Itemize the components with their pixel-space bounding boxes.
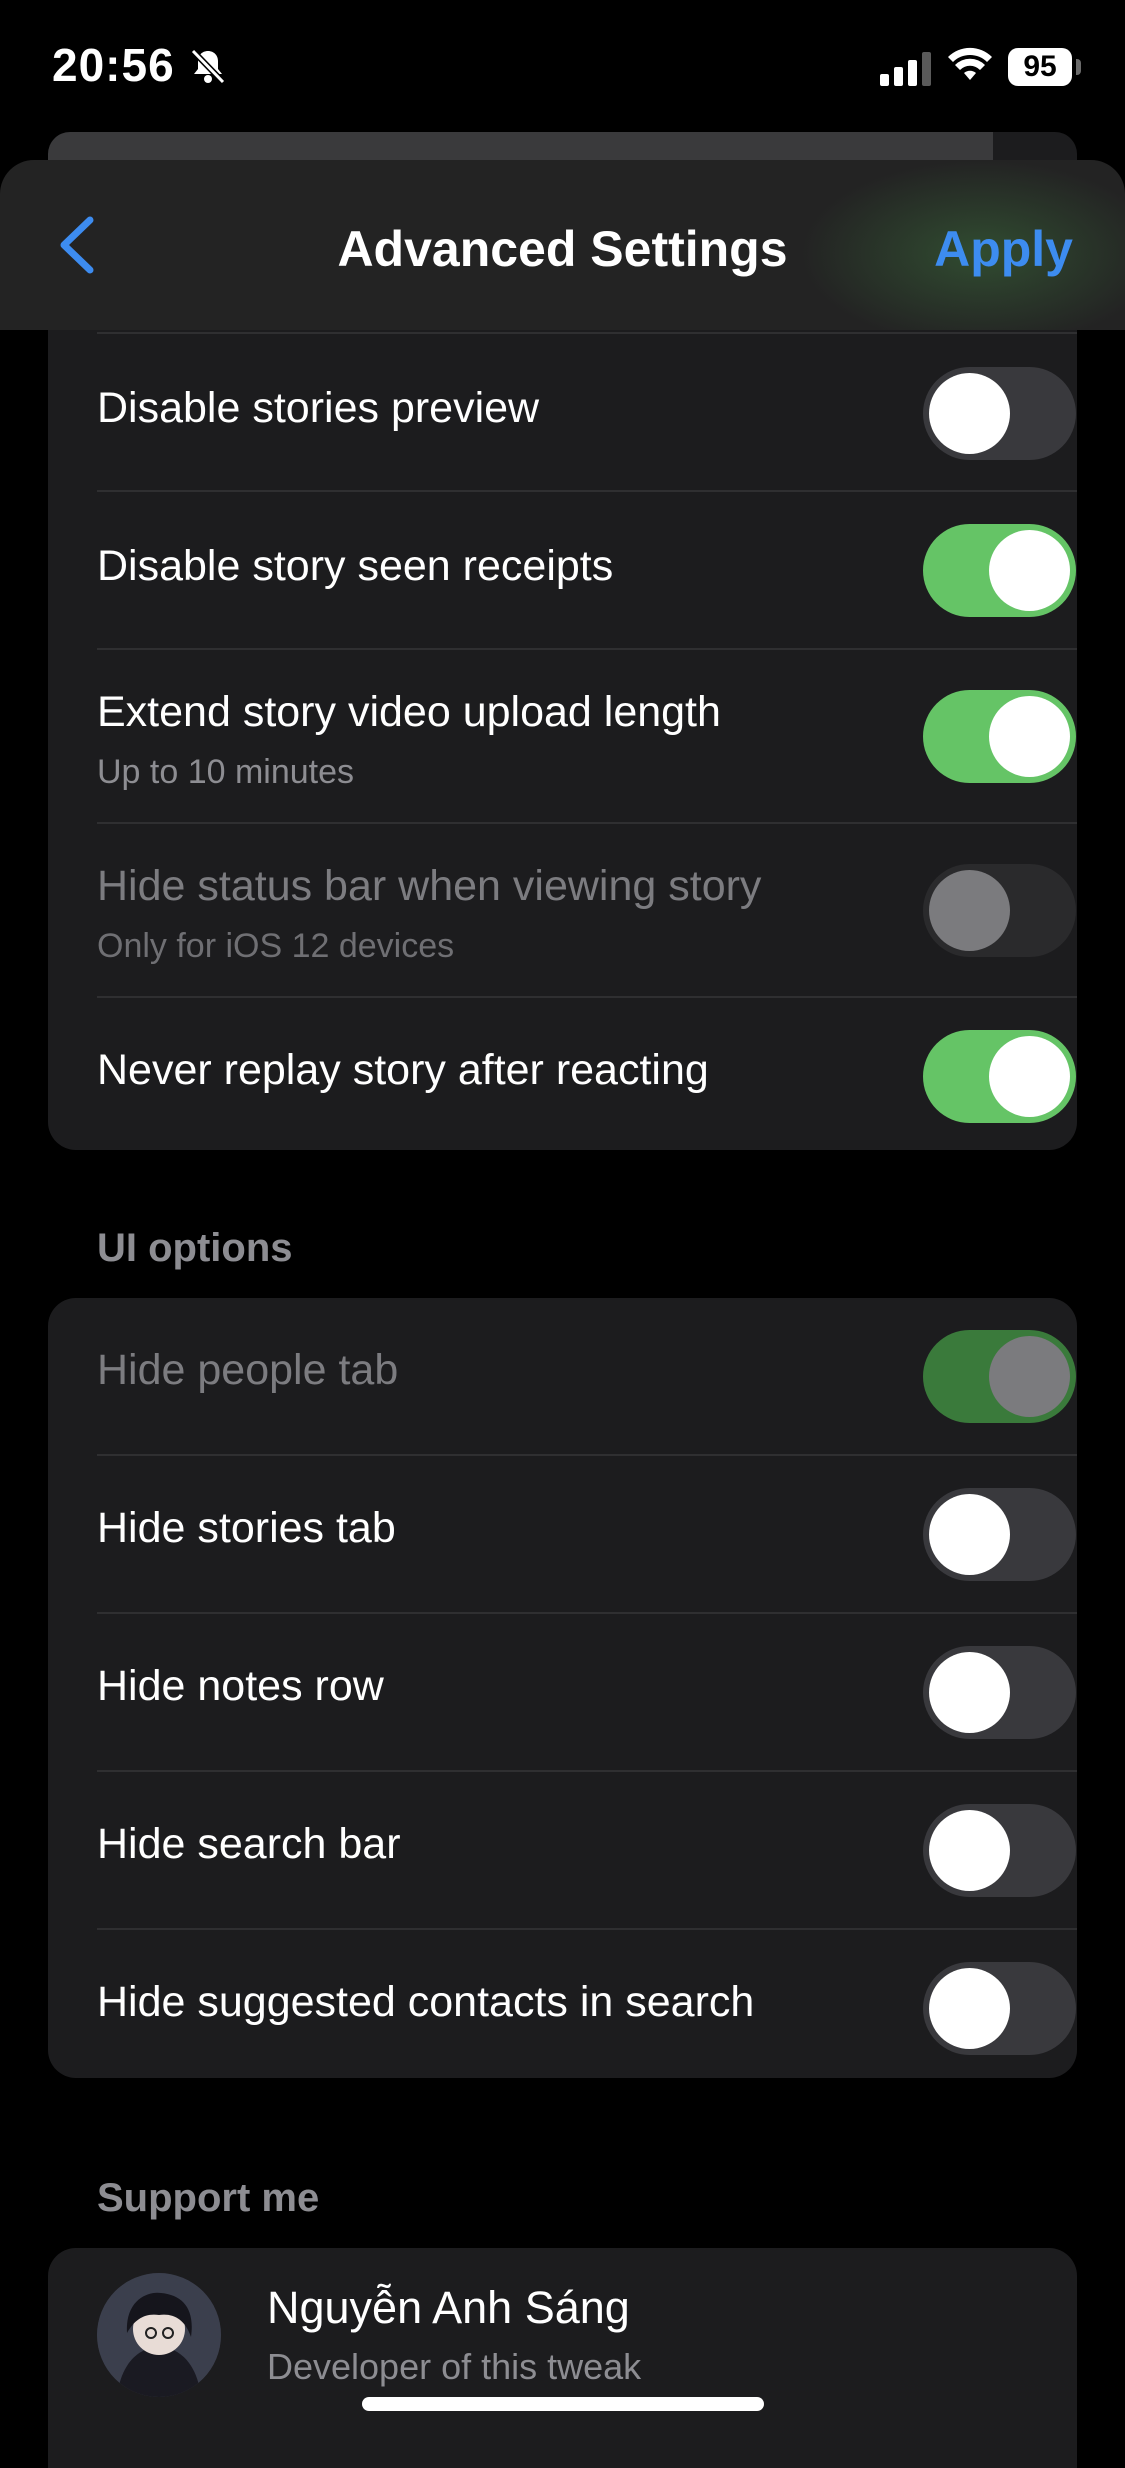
- settings-row: Disable story seen receipts: [97, 492, 1077, 650]
- navigation-bar: Advanced Settings Apply: [0, 160, 1125, 330]
- battery-tip: [1076, 59, 1081, 75]
- hide-search-bar-toggle[interactable]: [923, 1804, 1076, 1897]
- silent-bell-icon: [188, 46, 228, 91]
- status-time: 20:56: [52, 39, 175, 91]
- cellular-signal-icon: [880, 52, 934, 91]
- disable-story-seen-receipts-toggle[interactable]: [923, 524, 1076, 617]
- toggle-knob: [929, 1652, 1010, 1733]
- settings-row: Hide notes row: [97, 1614, 1077, 1772]
- support-group[interactable]: Nguyễn Anh Sáng Developer of this tweak: [48, 2248, 1077, 2468]
- row-title: Disable stories preview: [97, 384, 540, 432]
- settings-row: Hide search bar: [97, 1772, 1077, 1930]
- settings-row: Extend story video upload length Up to 1…: [97, 650, 1077, 824]
- settings-row: Hide stories tab: [97, 1456, 1077, 1614]
- row-title: Hide search bar: [97, 1820, 401, 1868]
- toggle-knob: [929, 373, 1010, 454]
- developer-name: Nguyễn Anh Sáng: [267, 2282, 630, 2333]
- row-subtitle: Only for iOS 12 devices: [97, 927, 455, 965]
- section-header-ui-options: UI options: [97, 1226, 293, 1270]
- toggle-knob: [929, 870, 1010, 951]
- row-title: Never replay story after reacting: [97, 1046, 709, 1094]
- toggle-knob: [929, 1968, 1010, 2049]
- disable-stories-preview-toggle[interactable]: [923, 367, 1076, 460]
- row-title: Hide notes row: [97, 1662, 384, 1710]
- hide-suggested-contacts-toggle[interactable]: [923, 1962, 1076, 2055]
- hide-status-bar-story-toggle: [923, 864, 1076, 957]
- row-title: Disable story seen receipts: [97, 542, 614, 590]
- developer-avatar: [97, 2273, 221, 2397]
- status-bar: 20:56 95: [0, 0, 1125, 135]
- toggle-knob: [989, 1336, 1070, 1417]
- row-title: Extend story video upload length: [97, 688, 721, 736]
- apply-button[interactable]: Apply: [934, 220, 1073, 278]
- row-subtitle: Up to 10 minutes: [97, 753, 355, 791]
- extend-story-video-length-toggle[interactable]: [923, 690, 1076, 783]
- row-title: Hide stories tab: [97, 1504, 396, 1552]
- wifi-icon: [946, 46, 994, 89]
- settings-row: Hide people tab: [97, 1298, 1077, 1456]
- section-header-support: Support me: [97, 2176, 320, 2220]
- row-title: Hide status bar when viewing story: [97, 862, 762, 910]
- row-title: Hide people tab: [97, 1346, 399, 1394]
- battery-icon: 95: [1008, 48, 1072, 86]
- hide-stories-tab-toggle[interactable]: [923, 1488, 1076, 1581]
- stories-settings-group: Disable stories preview Disable story se…: [48, 280, 1077, 1150]
- toggle-knob: [929, 1810, 1010, 1891]
- developer-subtitle: Developer of this tweak: [267, 2346, 642, 2387]
- hide-people-tab-toggle: [923, 1330, 1076, 1423]
- settings-row: Never replay story after reacting: [97, 998, 1077, 1150]
- home-indicator[interactable]: [362, 2397, 764, 2411]
- toggle-knob: [989, 696, 1070, 777]
- toggle-knob: [989, 530, 1070, 611]
- settings-row: Hide status bar when viewing story Only …: [97, 824, 1077, 998]
- row-title: Hide suggested contacts in search: [97, 1978, 755, 2026]
- never-replay-story-toggle[interactable]: [923, 1030, 1076, 1123]
- toggle-knob: [989, 1036, 1070, 1117]
- settings-row: Disable stories preview: [97, 334, 1077, 492]
- ui-options-group: Hide people tab Hide stories tab Hide no…: [48, 1298, 1077, 2078]
- settings-row: Hide suggested contacts in search: [97, 1930, 1077, 2078]
- toggle-knob: [929, 1494, 1010, 1575]
- hide-notes-row-toggle[interactable]: [923, 1646, 1076, 1739]
